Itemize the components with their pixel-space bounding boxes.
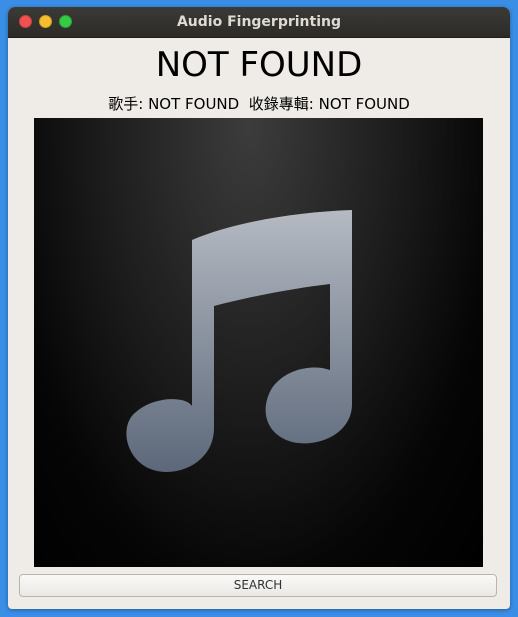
window-title: Audio Fingerprinting [176,14,342,30]
song-title: NOT FOUND [155,45,363,85]
app-window: Audio Fingerprinting NOT FOUND 歌手: NOT F… [8,7,510,609]
album-art [34,118,483,567]
artist-value: NOT FOUND [148,95,240,113]
music-note-icon [126,210,353,472]
track-meta: 歌手: NOT FOUND 收錄專輯: NOT FOUND [8,93,510,114]
album-value: NOT FOUND [318,95,410,113]
album-label: 收錄專輯: [248,95,314,113]
title-bar[interactable]: Audio Fingerprinting [8,7,510,38]
artist-label: 歌手: [108,95,144,113]
search-button[interactable]: SEARCH [19,574,497,597]
